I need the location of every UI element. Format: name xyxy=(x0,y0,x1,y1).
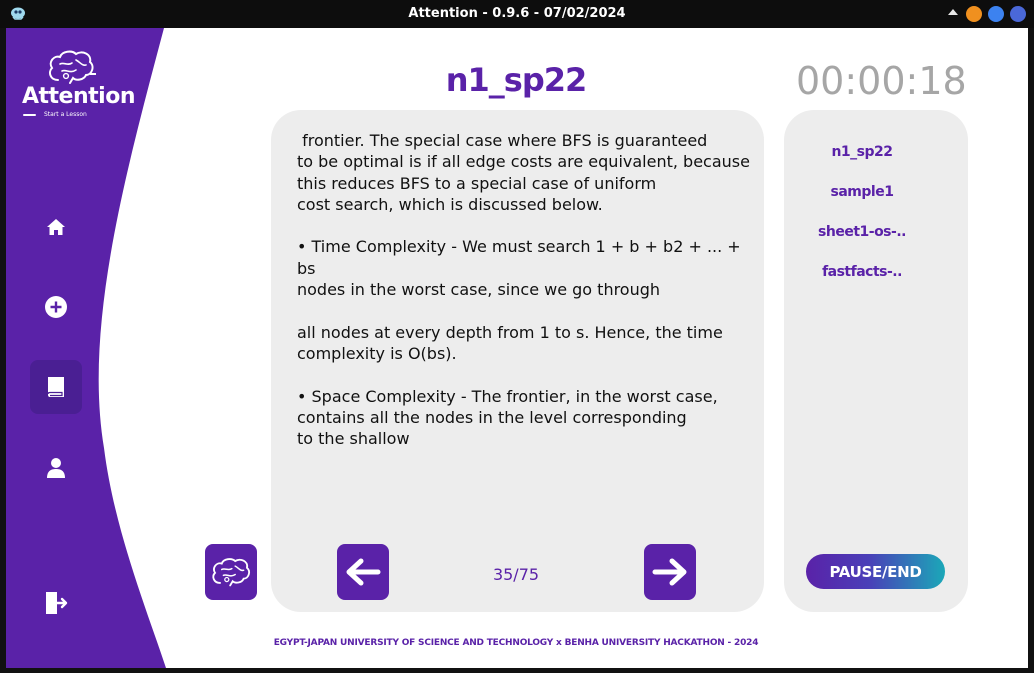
previous-page-button[interactable] xyxy=(337,544,389,600)
minimize-button[interactable] xyxy=(966,6,982,22)
page-counter: 35/75 xyxy=(492,565,540,584)
maximize-button[interactable] xyxy=(988,6,1004,22)
logout-icon xyxy=(46,592,68,614)
sidebar-item-profile[interactable] xyxy=(30,441,82,495)
brand-name: Attention xyxy=(22,84,135,109)
lesson-title: n1_sp22 xyxy=(445,61,588,99)
sidebar-item-add[interactable] xyxy=(30,280,82,334)
title-bar: Attention - 0.9.6 - 07/02/2024 xyxy=(0,0,1034,28)
window-title: Attention - 0.9.6 - 07/02/2024 xyxy=(408,6,626,21)
lesson-content-card: frontier. The special case where BFS is … xyxy=(271,110,764,612)
add-circle-icon xyxy=(45,296,67,318)
pause-end-button[interactable]: PAUSE/END xyxy=(806,554,945,589)
file-item[interactable]: sample1 xyxy=(784,184,940,200)
brain-assistant-button[interactable] xyxy=(205,544,257,600)
brain-icon xyxy=(212,558,250,587)
arrow-right-icon xyxy=(652,558,687,586)
brain-logo-icon xyxy=(49,50,96,84)
file-item[interactable]: fastfacts-.. xyxy=(784,264,940,280)
file-item[interactable]: n1_sp22 xyxy=(784,144,940,160)
sidebar-item-logout[interactable] xyxy=(30,576,82,630)
home-icon xyxy=(47,219,65,235)
brand-tagline: Start a Lesson xyxy=(44,111,87,118)
window-menu-arrow-icon[interactable] xyxy=(948,9,958,15)
sidebar-item-home[interactable] xyxy=(30,200,82,254)
book-icon xyxy=(47,377,64,397)
lesson-content-text: frontier. The special case where BFS is … xyxy=(297,131,750,449)
sidebar-item-lessons[interactable] xyxy=(30,360,82,414)
arrow-left-icon xyxy=(346,558,381,586)
app-logo: Attention Start a Lesson xyxy=(22,50,135,122)
user-icon xyxy=(47,458,65,478)
close-button[interactable] xyxy=(1010,6,1026,22)
lesson-timer: 00:00:18 xyxy=(796,59,967,103)
footer-credits: EGYPT-JAPAN UNIVERSITY OF SCIENCE AND TE… xyxy=(273,638,759,648)
file-item[interactable]: sheet1-os-.. xyxy=(784,224,940,240)
tagline-dash xyxy=(23,114,36,116)
app-window: Attention Start a Lesson n1_sp22 00:00:1… xyxy=(6,28,1028,668)
next-page-button[interactable] xyxy=(644,544,696,600)
lesson-files-panel: n1_sp22 sample1 sheet1-os-.. fastfacts-.… xyxy=(784,110,968,612)
